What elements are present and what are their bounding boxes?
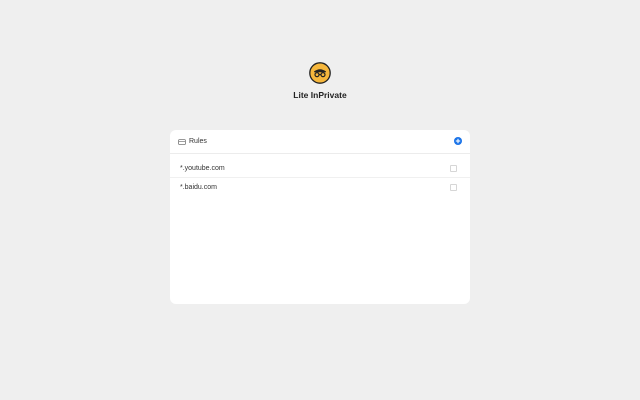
rule-row[interactable]: *.youtube.com	[170, 159, 470, 178]
rule-checkbox[interactable]	[450, 184, 457, 191]
rule-checkbox[interactable]	[450, 165, 457, 172]
rules-icon	[178, 138, 186, 145]
rules-header: Rules	[170, 130, 470, 154]
rule-pattern: *.youtube.com	[180, 164, 225, 172]
rules-card: Rules *.youtube.com *.baidu.com	[170, 130, 470, 304]
rules-header-label: Rules	[189, 138, 207, 145]
rule-row[interactable]: *.baidu.com	[170, 178, 470, 196]
plus-icon	[455, 138, 461, 144]
rule-pattern: *.baidu.com	[180, 183, 217, 191]
incognito-face-icon	[309, 62, 331, 84]
rule-list: *.youtube.com *.baidu.com	[170, 159, 470, 196]
app-title: Lite InPrivate	[293, 90, 347, 100]
add-rule-button[interactable]	[454, 137, 462, 145]
app-page: Lite InPrivate Rules *.youtube.com *.bai…	[0, 0, 640, 400]
